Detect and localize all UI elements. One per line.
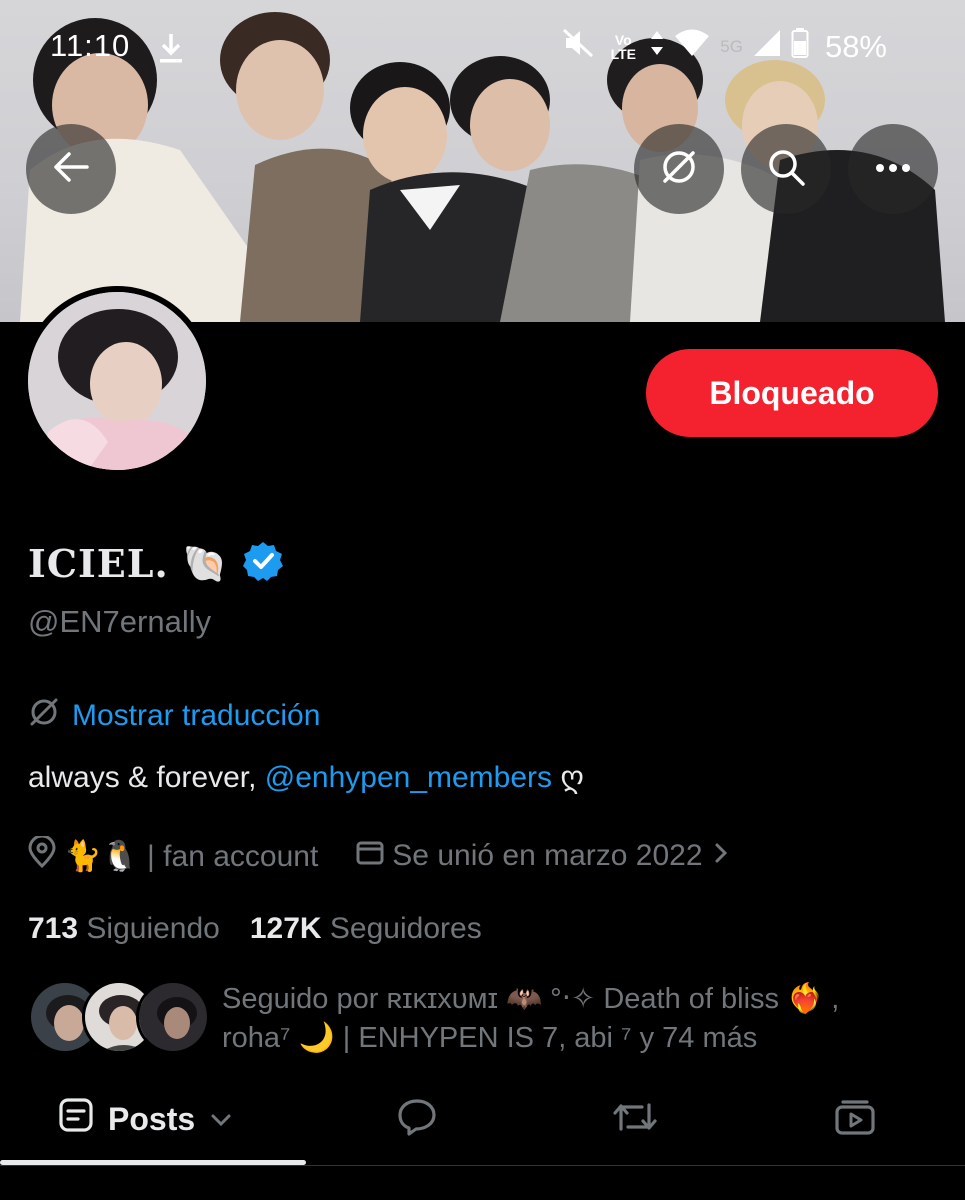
reply-icon xyxy=(397,1098,437,1141)
follow-counts: 713 Siguiendo 127K Seguidores xyxy=(28,912,482,946)
calendar-icon xyxy=(356,838,384,874)
status-icons: Vo LTE 5G 58% xyxy=(562,28,887,66)
translate-off-icon xyxy=(659,147,699,192)
verified-badge-icon[interactable] xyxy=(242,540,284,587)
profile-bio: always & forever, @enhypen_members ღ xyxy=(28,760,584,795)
shell-emoji: 🐚 xyxy=(182,542,228,584)
media-icon xyxy=(834,1098,876,1141)
more-button[interactable] xyxy=(848,124,938,214)
bio-text: always & forever, xyxy=(28,761,265,794)
more-icon xyxy=(875,160,911,178)
following-count: 713 xyxy=(28,912,79,945)
following-label: Siguiendo xyxy=(86,912,220,945)
translate-button[interactable] xyxy=(634,124,724,214)
location-icon xyxy=(28,834,56,876)
tab-replies[interactable] xyxy=(396,1076,438,1162)
back-button[interactable] xyxy=(26,124,116,214)
avatar-photo xyxy=(28,292,206,470)
following-link[interactable]: 713 Siguiendo xyxy=(28,912,220,946)
mutual-avatars xyxy=(28,980,210,1054)
tab-media[interactable] xyxy=(834,1076,876,1162)
show-translation-link[interactable]: Mostrar traducción xyxy=(28,696,320,736)
network-type: 5G xyxy=(720,37,743,56)
followed-by-line-2: roha⁷ 🌙 | ENHYPEN IS 7, abi ⁷ y 74 más xyxy=(222,1022,758,1054)
translate-off-icon xyxy=(28,696,60,736)
profile-tabs: Posts xyxy=(0,1076,965,1166)
mute-icon xyxy=(562,28,596,66)
data-arrows-icon xyxy=(650,29,664,65)
location-text: 🐈🐧 | fan account xyxy=(64,839,319,873)
posts-icon xyxy=(58,1097,94,1141)
status-bar: 11:10 Vo LTE 5G 58% xyxy=(0,22,965,74)
followers-link[interactable]: 127K Seguidores xyxy=(250,912,482,946)
back-arrow-icon xyxy=(53,151,89,188)
avatar xyxy=(136,980,210,1054)
tab-posts-label: Posts xyxy=(108,1100,196,1137)
repost-icon xyxy=(612,1099,658,1140)
profile-avatar[interactable] xyxy=(22,286,212,476)
wifi-icon xyxy=(674,29,710,65)
joined-date[interactable]: Se unió en marzo 2022 xyxy=(392,839,702,873)
status-time: 11:10 xyxy=(50,28,131,63)
search-icon xyxy=(766,147,806,192)
bio-suffix: ღ xyxy=(552,761,584,794)
user-handle: @EN7ernally xyxy=(28,604,212,639)
tab-posts[interactable]: Posts xyxy=(58,1076,233,1162)
download-icon xyxy=(158,32,184,72)
name-row: ICIEL. 🐚 xyxy=(28,540,284,587)
profile-screen: 11:10 Vo LTE 5G 58% Bloqueado ICIEL. 🐚 @… xyxy=(0,0,965,1200)
battery-percent: 58% xyxy=(824,29,887,64)
volte-icon: Vo LTE xyxy=(606,33,640,61)
chevron-down-icon[interactable] xyxy=(209,1101,233,1138)
active-tab-indicator xyxy=(0,1160,306,1165)
blocked-button[interactable]: Bloqueado xyxy=(646,349,938,437)
profile-meta: 🐈🐧 | fan account Se unió en marzo 2022 xyxy=(28,834,731,876)
volte-label: Vo LTE xyxy=(610,32,636,62)
followed-by-text: Seguido por ʀɪᴋɪxᴜᴍɪ 🦇 °‧✧ Death of blis… xyxy=(222,980,942,1058)
display-name: ICIEL. xyxy=(28,541,169,586)
show-translation-label: Mostrar traducción xyxy=(72,699,321,732)
followed-by-line-1: Seguido por ʀɪᴋɪxᴜᴍɪ 🦇 °‧✧ Death of blis… xyxy=(222,983,840,1015)
followers-label: Seguidores xyxy=(329,912,482,945)
bio-mention-link[interactable]: @enhypen_members xyxy=(265,761,552,794)
followed-by[interactable]: Seguido por ʀɪᴋɪxᴜᴍɪ 🦇 °‧✧ Death of blis… xyxy=(28,978,948,1058)
search-button[interactable] xyxy=(741,124,831,214)
tab-reposts[interactable] xyxy=(612,1076,658,1162)
battery-icon xyxy=(791,28,809,66)
followers-count: 127K xyxy=(249,912,322,945)
chevron-right-icon[interactable] xyxy=(711,839,731,873)
signal-icon xyxy=(753,29,781,65)
